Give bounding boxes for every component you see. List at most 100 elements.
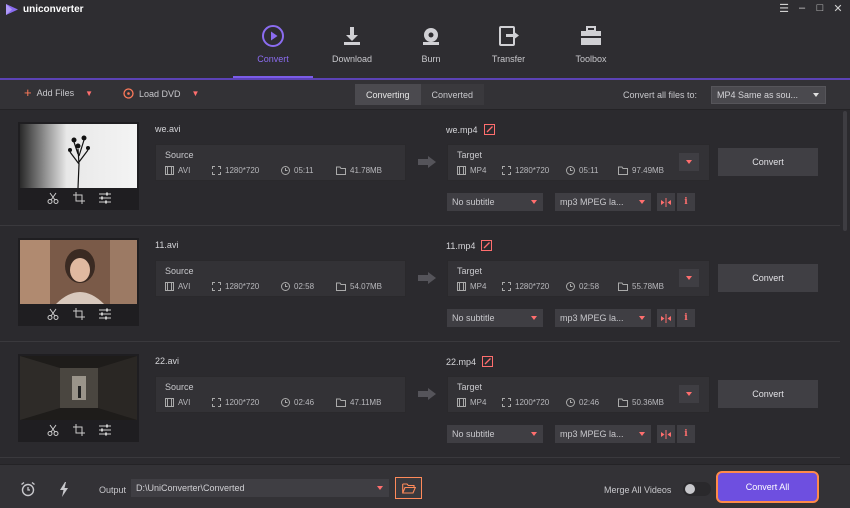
adjust-icon[interactable] [98, 192, 111, 204]
video-thumbnail[interactable] [18, 238, 139, 326]
audio-select[interactable]: mp3 MPEG la... [555, 309, 651, 327]
adjust-icon[interactable] [98, 308, 111, 320]
merge-all-toggle[interactable] [683, 482, 711, 496]
size-meta: 41.78MB [336, 166, 382, 175]
audio-track-button[interactable] [657, 193, 675, 211]
crop-icon[interactable] [72, 308, 85, 320]
video-thumbnail[interactable] [18, 354, 139, 442]
transfer-icon [496, 23, 522, 49]
edit-icon[interactable] [483, 124, 495, 135]
film-icon [457, 282, 466, 291]
target-size: 50.36MB [632, 398, 665, 407]
source-resolution: 1200*720 [225, 398, 260, 407]
scrollbar-thumb[interactable] [843, 111, 847, 231]
output-path-select[interactable]: D:\UniConverter\Converted [131, 479, 389, 497]
video-thumbnail[interactable] [18, 122, 139, 210]
nav-download[interactable]: Download [313, 20, 391, 78]
audio-track-button[interactable] [657, 309, 675, 327]
close-icon[interactable]: ✕ [832, 2, 844, 15]
tab-converting[interactable]: Converting [355, 84, 421, 105]
subtitle-value: No subtitle [452, 429, 495, 439]
target-label: Target [457, 382, 483, 392]
target-settings-dropdown[interactable] [679, 269, 699, 287]
output-format-select[interactable]: MP4 Same as sou... [711, 86, 826, 104]
scissors-icon[interactable] [47, 308, 59, 320]
alarm-clock-icon[interactable] [19, 480, 37, 498]
nav-toolbox-label: Toolbox [575, 54, 607, 64]
info-button[interactable]: i [677, 425, 695, 443]
edit-icon[interactable] [481, 240, 493, 251]
duration-meta: 02:46 [281, 398, 314, 407]
crop-icon[interactable] [72, 192, 85, 204]
folder-icon [618, 166, 628, 175]
load-dvd-button[interactable]: Load DVD ▼ [123, 88, 199, 99]
clock-icon [566, 166, 575, 175]
info-icon: i [684, 313, 688, 323]
convert-all-button[interactable]: Convert All [716, 471, 819, 503]
info-button[interactable]: i [677, 309, 695, 327]
nav-convert[interactable]: Convert [233, 20, 313, 78]
thumbnail-image [20, 356, 137, 420]
target-settings-dropdown[interactable] [679, 385, 699, 403]
target-name: we.mp4 [446, 124, 495, 135]
convert-button[interactable]: Convert [718, 380, 818, 408]
duration-meta: 02:58 [281, 282, 314, 291]
resolution-meta: 1200*720 [212, 398, 259, 407]
nav-toolbox[interactable]: Toolbox [546, 20, 636, 78]
film-icon [457, 398, 466, 407]
load-dvd-label: Load DVD [139, 88, 181, 99]
source-info-panel: Source AVI 1280*720 02:58 54.07MB [155, 260, 406, 297]
film-icon [165, 166, 174, 175]
scissors-icon[interactable] [47, 424, 59, 436]
tab-converted[interactable]: Converted [420, 84, 485, 105]
output-format-value: MP4 Same as sou... [717, 90, 799, 100]
convert-button[interactable]: Convert [718, 148, 818, 176]
menu-icon[interactable]: ☰ [778, 2, 790, 15]
subtitle-select[interactable]: No subtitle [447, 425, 543, 443]
source-duration: 02:46 [294, 398, 315, 407]
format-meta: MP4 [457, 166, 486, 175]
clock-icon [566, 398, 575, 407]
resize-icon [502, 398, 511, 407]
disc-burn-icon [418, 23, 444, 49]
audio-track-button[interactable] [657, 425, 675, 443]
scissors-icon[interactable] [47, 192, 59, 204]
source-filename: we.avi [155, 124, 181, 134]
clock-icon [281, 282, 290, 291]
target-info-panel: Target MP4 1280*720 02:58 55.78MB [447, 260, 710, 297]
open-folder-button[interactable] [395, 477, 422, 499]
lightning-icon[interactable] [55, 480, 73, 498]
nav-transfer[interactable]: Transfer [471, 20, 546, 78]
audio-select[interactable]: mp3 MPEG la... [555, 193, 651, 211]
resolution-meta: 1200*720 [502, 398, 549, 407]
minimize-icon[interactable]: – [796, 2, 808, 14]
list-scrollbar[interactable] [842, 111, 848, 463]
app-name: uniconverter [23, 4, 84, 15]
target-settings-dropdown[interactable] [679, 153, 699, 171]
convert-button[interactable]: Convert [718, 264, 818, 292]
audio-select[interactable]: mp3 MPEG la... [555, 425, 651, 443]
chevron-down-icon [639, 432, 645, 436]
chevron-down-icon[interactable]: ▼ [85, 89, 93, 98]
crop-icon[interactable] [72, 424, 85, 436]
source-size: 41.78MB [350, 166, 383, 175]
subtitle-select[interactable]: No subtitle [447, 193, 543, 211]
maximize-icon[interactable]: □ [814, 2, 826, 14]
target-filename: we.mp4 [446, 124, 478, 135]
window-controls: ☰ – □ ✕ [778, 2, 844, 15]
source-label: Source [165, 266, 194, 276]
add-files-button[interactable]: + Add Files ▼ [24, 86, 93, 99]
output-path-value: D:\UniConverter\Converted [136, 483, 245, 493]
resize-icon [212, 166, 221, 175]
adjust-icon[interactable] [98, 424, 111, 436]
resize-icon [212, 282, 221, 291]
nav-convert-label: Convert [257, 54, 289, 64]
clock-icon [566, 282, 575, 291]
edit-icon[interactable] [482, 356, 494, 367]
nav-burn[interactable]: Burn [391, 20, 471, 78]
source-label: Source [165, 382, 194, 392]
logo-icon [6, 4, 18, 15]
info-button[interactable]: i [677, 193, 695, 211]
subtitle-select[interactable]: No subtitle [447, 309, 543, 327]
chevron-down-icon[interactable]: ▼ [192, 89, 200, 98]
